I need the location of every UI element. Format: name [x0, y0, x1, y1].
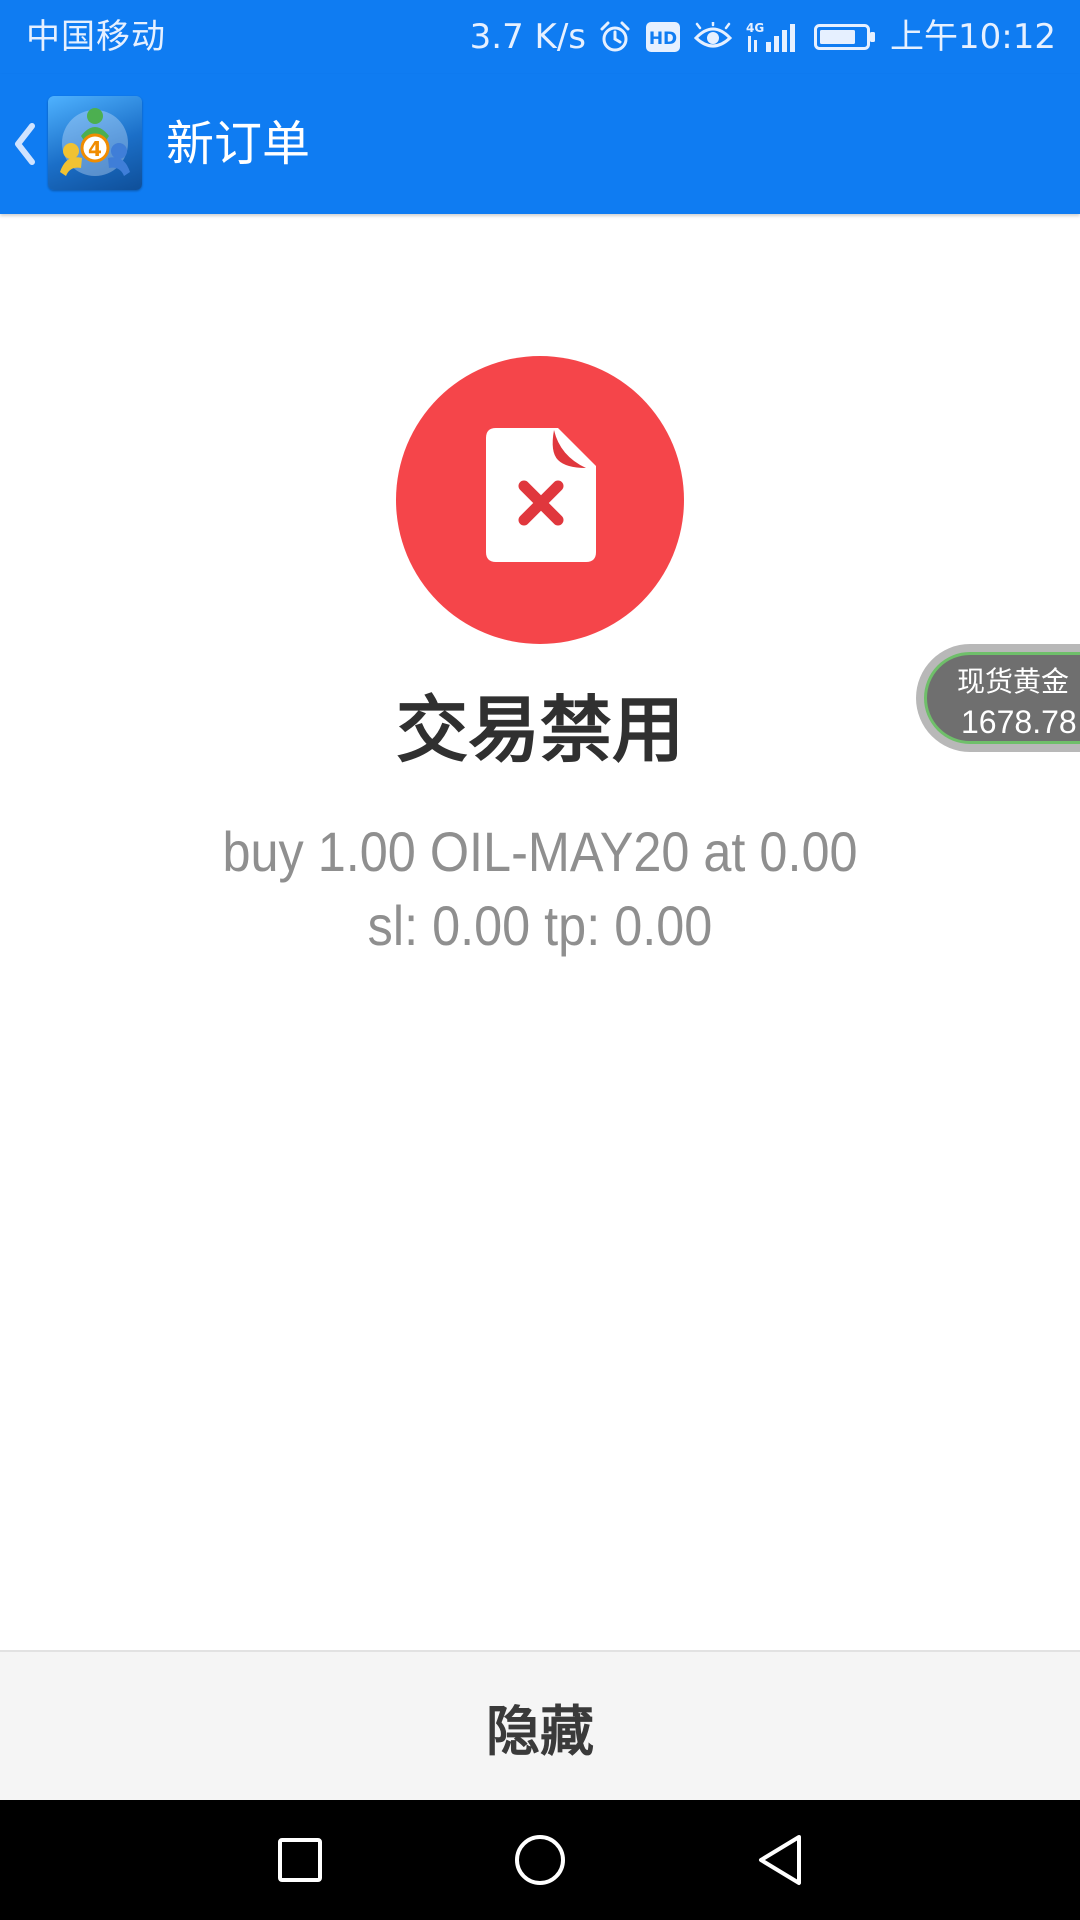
- ticker-pill: 现货黄金 1678.78: [924, 652, 1080, 744]
- hide-button[interactable]: 隐藏: [0, 1652, 1080, 1800]
- bottom-action-bar: 隐藏: [0, 1650, 1080, 1800]
- ticker-symbol-name: 现货黄金: [957, 665, 1070, 698]
- eye-icon: [694, 22, 733, 52]
- system-nav-bar: [0, 1800, 1080, 1920]
- document-error-icon: [486, 428, 596, 562]
- logo-badge-text: 4: [88, 137, 102, 161]
- hd-badge-text: HD: [649, 29, 677, 49]
- page-title: 新订单: [166, 116, 311, 172]
- new-order-screen: 中国移动 3.7 K/s HD 4G 上午10:12 4 新订单 交易禁用 bu…: [0, 0, 1080, 1920]
- back-chevron-icon[interactable]: [8, 118, 40, 170]
- status-indicators: 3.7 K/s HD 4G 上午10:12: [470, 14, 1056, 60]
- error-status-circle: [396, 356, 684, 644]
- order-summary: buy 1.00 OIL-MAY20 at 0.00: [222, 820, 858, 883]
- signal-icon: 4G: [746, 20, 800, 54]
- signal-type-text: 4G: [746, 21, 764, 35]
- recent-apps-icon[interactable]: [266, 1826, 334, 1894]
- alarm-icon: [598, 20, 632, 54]
- back-icon[interactable]: [746, 1826, 814, 1894]
- app-bar: 4 新订单: [0, 74, 1080, 214]
- hd-icon: HD: [646, 22, 681, 52]
- carrier-name: 中国移动: [26, 17, 166, 57]
- network-speed: 3.7 K/s: [469, 17, 587, 57]
- battery-icon: [814, 22, 876, 52]
- metatrader-logo[interactable]: 4: [48, 96, 142, 190]
- home-icon[interactable]: [506, 1826, 574, 1894]
- ticker-price: 1678.78: [961, 704, 1077, 740]
- floating-price-ticker[interactable]: 现货黄金 1678.78: [916, 644, 1080, 752]
- clock: 上午10:12: [890, 17, 1056, 57]
- status-bar: 中国移动 3.7 K/s HD 4G 上午10:12: [0, 0, 1080, 74]
- order-sl-tp: sl: 0.00 tp: 0.00: [367, 894, 713, 957]
